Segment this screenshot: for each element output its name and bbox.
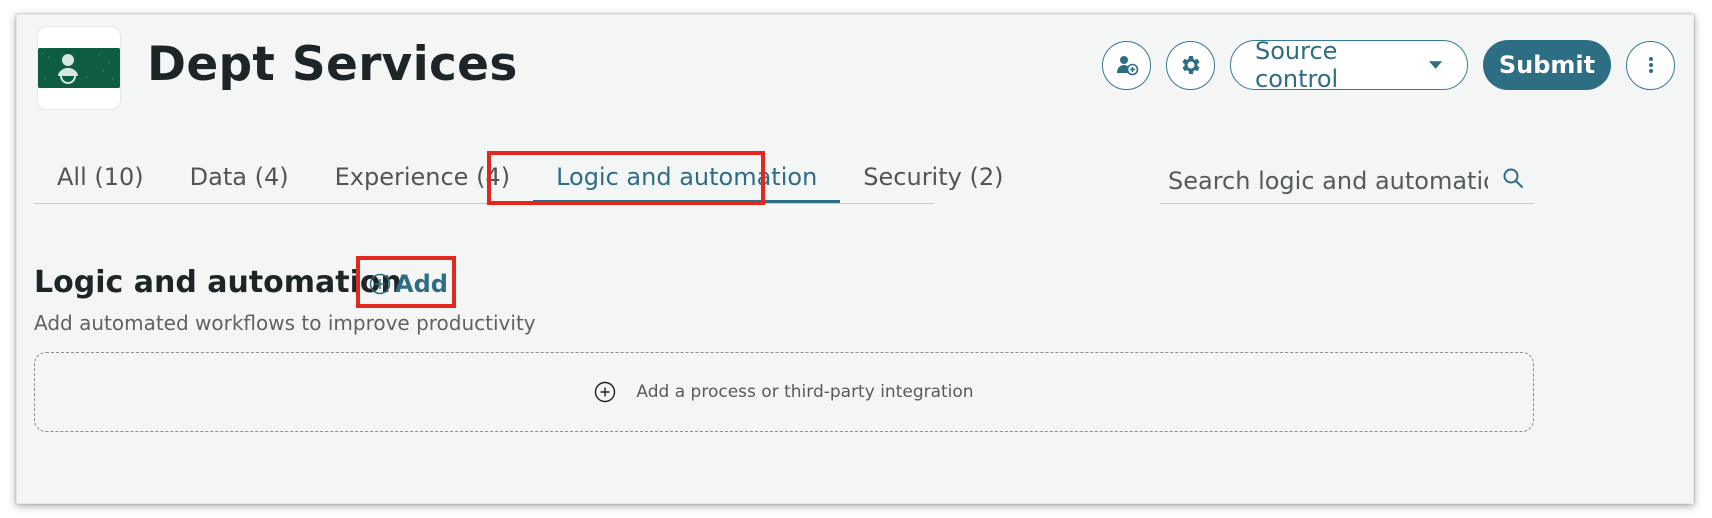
tab-highlight-box xyxy=(487,151,765,205)
app-logo-icon xyxy=(38,48,120,88)
search-input[interactable] xyxy=(1166,165,1490,197)
search-icon[interactable] xyxy=(1502,167,1524,189)
source-control-dropdown[interactable]: Source control xyxy=(1230,37,1468,93)
section-subtitle: Add automated workflows to improve produ… xyxy=(34,311,536,335)
app-page: Dept Services Source control Submit All … xyxy=(16,14,1694,504)
add-integration-dropzone[interactable]: Add a process or third-party integration xyxy=(34,352,1534,432)
source-control-label: Source control xyxy=(1255,37,1339,93)
tab-bar: All (10) Data (4) Experience (4) Logic a… xyxy=(34,155,1003,204)
tab-security[interactable]: Security (2) xyxy=(840,155,1026,203)
more-options-button[interactable] xyxy=(1626,40,1675,90)
section-title: Logic and automation xyxy=(34,265,402,300)
add-user-icon xyxy=(1116,56,1138,76)
page-title: Dept Services xyxy=(147,37,518,92)
add-highlight-box xyxy=(356,256,456,308)
plus-circle-icon xyxy=(595,381,616,403)
more-vertical-icon xyxy=(1648,57,1653,73)
search-box xyxy=(1160,155,1534,204)
dropzone-label: Add a process or third-party integration xyxy=(636,382,974,402)
app-logo xyxy=(37,26,121,110)
tab-all[interactable]: All (10) xyxy=(34,155,167,203)
gear-icon xyxy=(1181,56,1200,74)
caret-down-icon xyxy=(1428,61,1443,69)
submit-button[interactable]: Submit xyxy=(1483,40,1611,90)
header-actions: Source control Submit xyxy=(1102,37,1675,93)
share-button[interactable] xyxy=(1102,40,1151,90)
tab-data[interactable]: Data (4) xyxy=(167,155,312,203)
settings-button[interactable] xyxy=(1166,40,1215,90)
